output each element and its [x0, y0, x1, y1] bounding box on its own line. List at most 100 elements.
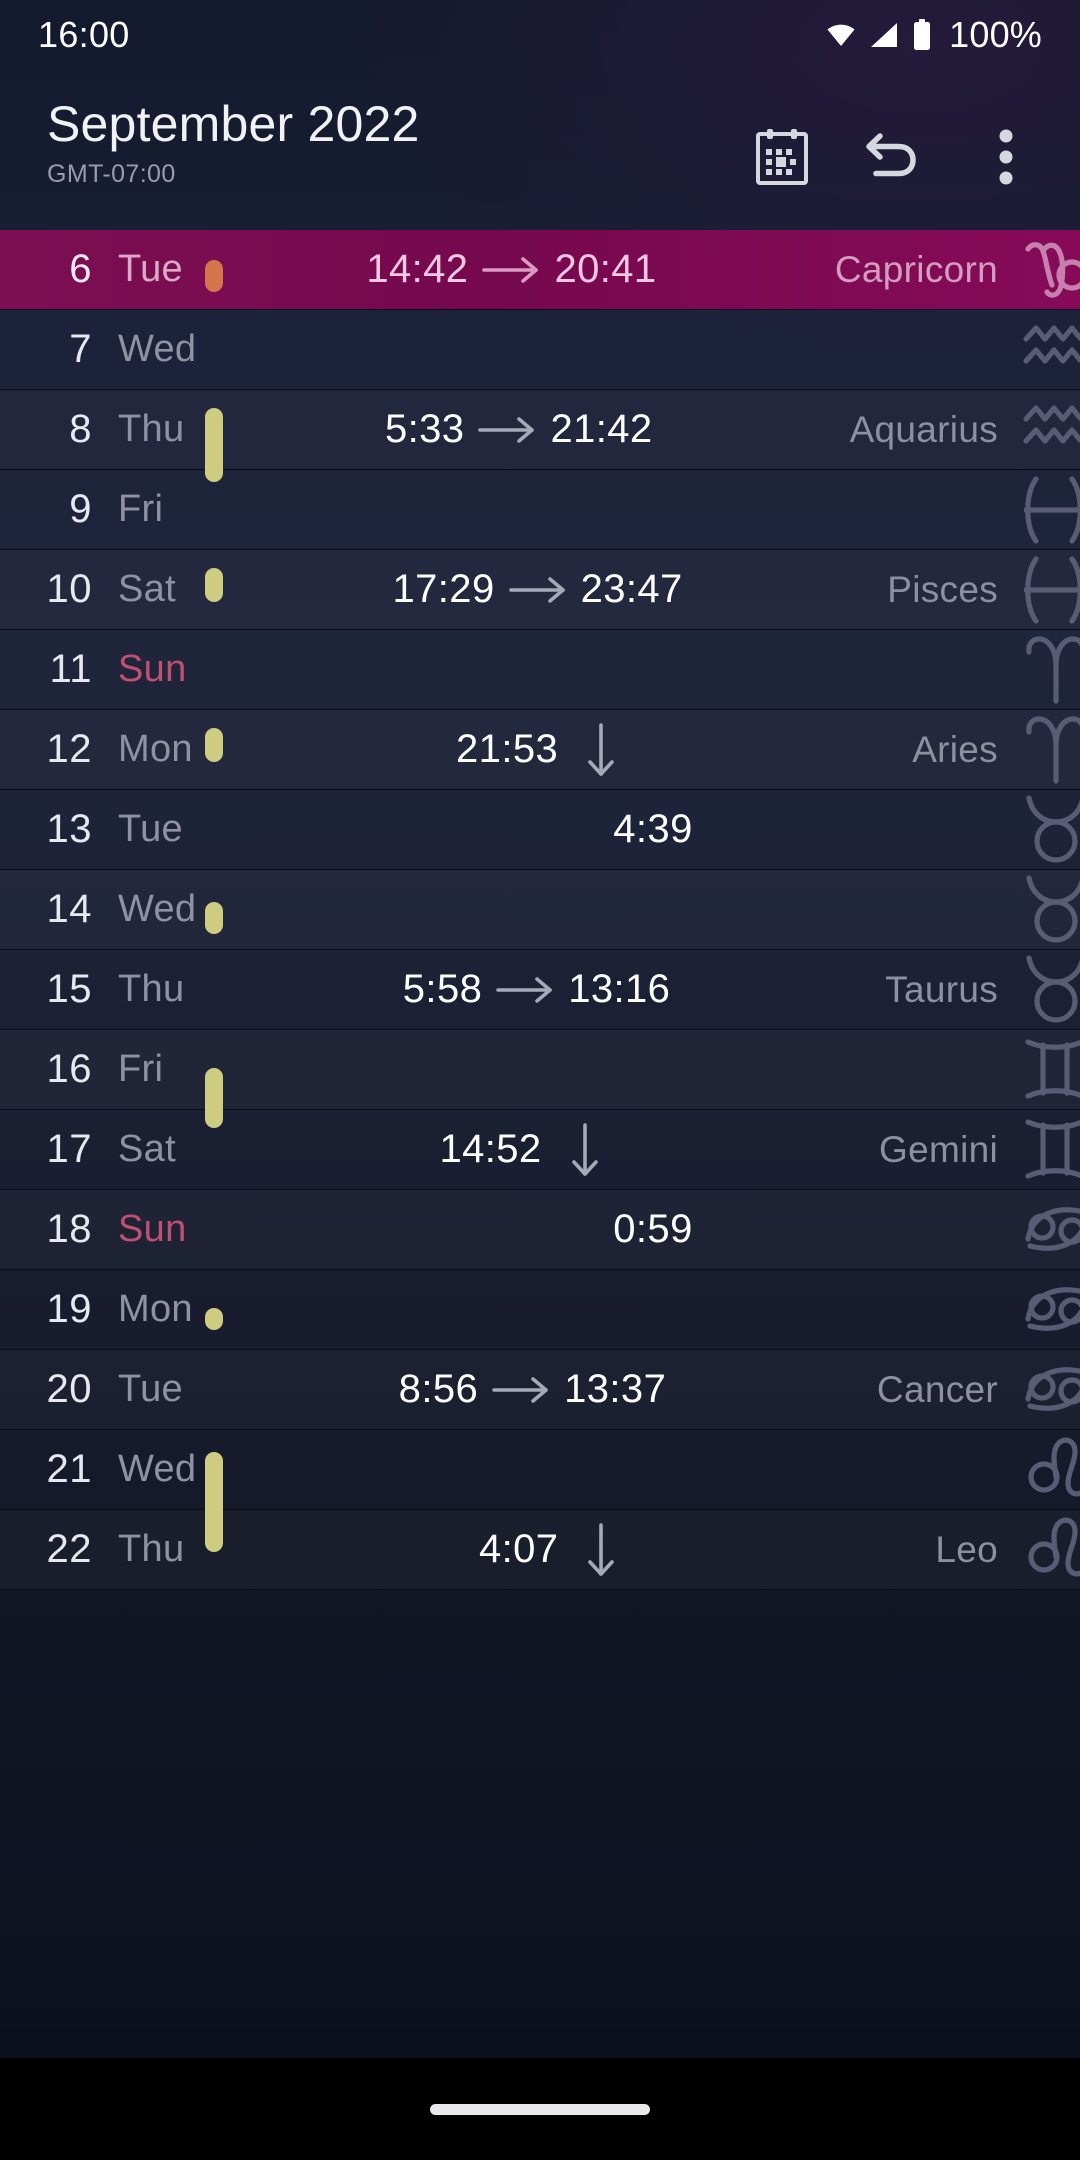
day-row[interactable]: 19 Mon [0, 1270, 1080, 1350]
aquarius-icon [1014, 393, 1080, 467]
day-number: 16 [46, 1047, 92, 1091]
day-row[interactable]: 16 Fri [0, 1030, 1080, 1110]
arrow-right-icon [482, 975, 568, 1005]
zodiac-sign-label: Gemini [879, 1128, 998, 1170]
day-list[interactable]: 6 Tue 14:42 20:41 Capricorn 7 Wed 8 Thu 5:33 21:42… [0, 230, 1080, 2100]
ingress-times: 5:58 13:16 [236, 967, 885, 1012]
day-row[interactable]: 8 Thu 5:33 21:42 Aquarius [0, 390, 1080, 470]
day-number: 19 [46, 1287, 92, 1331]
zodiac-cell [998, 313, 1080, 387]
day-row[interactable]: 11 Sun [0, 630, 1080, 710]
start-time: 0:59 [613, 1207, 693, 1251]
pisces-icon [1014, 473, 1080, 547]
app-bar: September 2022 GMT-07:00 [0, 70, 1080, 230]
cancer-icon [1014, 1273, 1080, 1347]
status-clock: 16:00 [38, 14, 130, 55]
app-screen: 16:00 100% September 2022 GMT-07:00 6 Tu… [0, 0, 1080, 2160]
weekday-label: Thu [118, 1528, 185, 1570]
day-row[interactable]: 20 Tue 8:56 13:37 Cancer [0, 1350, 1080, 1430]
zodiac-cell: Pisces [887, 553, 1080, 627]
taurus-icon [1014, 873, 1080, 947]
gemini-icon [1014, 1033, 1080, 1107]
day-row[interactable]: 14 Wed [0, 870, 1080, 950]
zodiac-sign-label: Aquarius [849, 408, 998, 450]
day-row[interactable]: 9 Fri [0, 470, 1080, 550]
aquarius-icon [1014, 313, 1080, 387]
start-time: 21:53 [456, 727, 559, 771]
day-number: 8 [69, 407, 92, 451]
undo-arrow-icon [866, 133, 916, 177]
taurus-icon [1014, 953, 1080, 1027]
weekday-label: Wed [118, 328, 197, 370]
battery-percent-label: 100% [949, 14, 1042, 55]
zodiac-cell: Leo [935, 1513, 1080, 1587]
system-nav-bar [0, 2058, 1080, 2160]
cellular-signal-icon [871, 23, 898, 47]
weekday-label: Sun [118, 648, 187, 690]
day-number: 9 [69, 487, 92, 531]
undo-button[interactable] [838, 114, 950, 200]
overflow-menu-button[interactable] [950, 114, 1062, 200]
ingress-times: 14:42 20:41 [236, 247, 835, 292]
leo-icon [1014, 1513, 1080, 1587]
weekday-label: Sat [118, 1128, 176, 1170]
zodiac-sign-label: Cancer [876, 1368, 998, 1410]
zodiac-cell [998, 1193, 1080, 1267]
day-row[interactable]: 15 Thu 5:58 13:16 Taurus [0, 950, 1080, 1030]
zodiac-sign-label: Pisces [887, 568, 998, 610]
day-row[interactable]: 22 Thu 4:07 Leo [0, 1510, 1080, 1590]
zodiac-cell: Cancer [877, 1353, 1080, 1427]
ingress-times: 14:52 [236, 1122, 879, 1178]
status-icons: 100% [826, 14, 1042, 56]
zodiac-cell: Aries [912, 713, 1080, 787]
end-time: 13:16 [568, 967, 671, 1011]
zodiac-sign-label: Leo [935, 1528, 998, 1570]
weekday-label: Wed [118, 1448, 197, 1490]
weekday-label: Mon [118, 728, 193, 770]
zodiac-cell [998, 793, 1080, 867]
zodiac-cell: Aquarius [850, 393, 1080, 467]
end-time: 21:42 [550, 407, 653, 451]
arrow-down-icon [542, 1122, 628, 1178]
app-bar-actions [726, 114, 1062, 200]
day-row[interactable]: 17 Sat 14:52 Gemini [0, 1110, 1080, 1190]
ingress-times: 21:53 [236, 722, 912, 778]
ingress-times: 17:29 23:47 [236, 567, 887, 612]
home-indicator[interactable] [430, 2103, 650, 2115]
arrow-down-icon [558, 1522, 644, 1578]
end-time: 20:41 [554, 247, 657, 291]
end-time: 23:47 [580, 567, 683, 611]
arrow-right-icon [464, 415, 550, 445]
zodiac-cell: Taurus [885, 953, 1080, 1027]
status-bar: 16:00 100% [0, 0, 1080, 70]
day-number: 22 [46, 1527, 92, 1571]
day-row[interactable]: 21 Wed [0, 1430, 1080, 1510]
day-number: 6 [69, 247, 92, 291]
day-row[interactable]: 12 Mon 21:53 Aries [0, 710, 1080, 790]
weekday-label: Sat [118, 568, 176, 610]
start-time: 5:58 [402, 967, 483, 1011]
day-row[interactable]: 18 Sun 0:59 [0, 1190, 1080, 1270]
ingress-times: 4:07 [236, 1522, 935, 1578]
day-row[interactable]: 10 Sat 17:29 23:47 Pisces [0, 550, 1080, 630]
capricorn-icon [1014, 233, 1080, 307]
aries-icon [1014, 633, 1080, 707]
arrow-right-icon [478, 1375, 564, 1405]
start-time: 8:56 [398, 1367, 479, 1411]
ingress-times: 4:39 [236, 807, 998, 852]
calendar-view-button[interactable] [726, 114, 838, 200]
day-row[interactable]: 7 Wed [0, 310, 1080, 390]
day-row[interactable]: 13 Tue 4:39 [0, 790, 1080, 870]
aries-icon [1014, 713, 1080, 787]
day-number: 14 [46, 887, 92, 931]
start-time: 5:33 [385, 407, 465, 451]
more-vertical-icon [999, 129, 1013, 185]
day-number: 7 [69, 327, 92, 371]
day-number: 12 [46, 727, 92, 771]
zodiac-sign-label: Aries [912, 728, 998, 770]
start-time: 4:39 [613, 807, 693, 851]
zodiac-cell [998, 473, 1080, 547]
zodiac-cell [998, 1033, 1080, 1107]
day-row[interactable]: 6 Tue 14:42 20:41 Capricorn [0, 230, 1080, 310]
ingress-times: 5:33 21:42 [236, 407, 850, 452]
